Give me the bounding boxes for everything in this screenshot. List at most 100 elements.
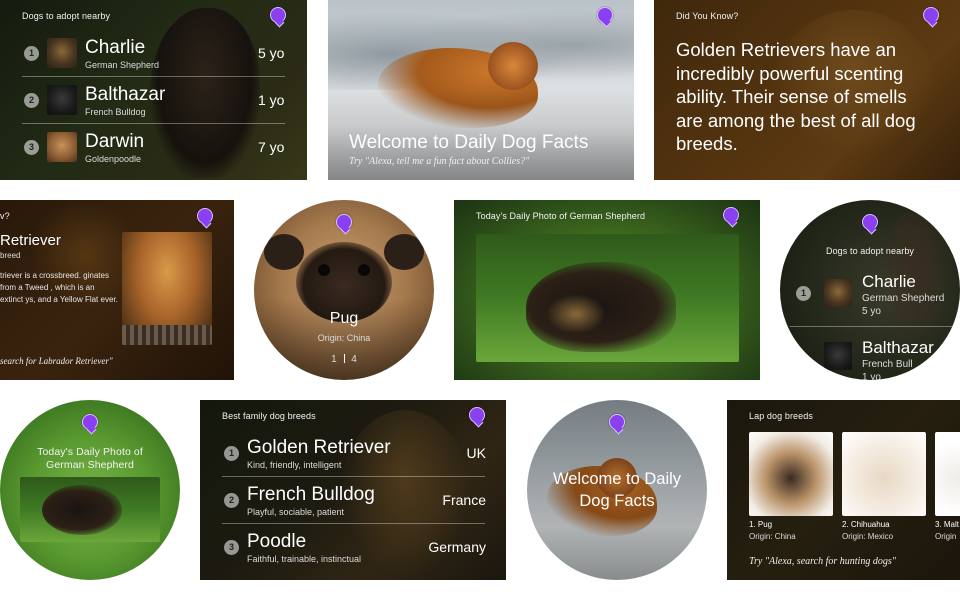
fact-body: Golden Retrievers have an incredibly pow… (676, 39, 916, 154)
pug-photo (749, 432, 833, 516)
breed-traits: Playful, sociable, patient (247, 507, 345, 517)
card-title: v? (0, 211, 10, 221)
pager[interactable]: 1 4 (254, 354, 434, 365)
alexa-badge-icon (197, 208, 213, 224)
voice-hint: Try "Alexa, tell me a fun fact about Col… (349, 156, 530, 167)
card-title: Best family dog breeds (222, 411, 316, 421)
pug-card-circle[interactable]: Pug Origin: China 1 4 (254, 200, 434, 380)
breed-traits: Faithful, trainable, instinctual (247, 554, 362, 564)
divider (790, 326, 960, 327)
dog-breed: German Shepherd (85, 60, 160, 70)
alexa-badge-icon (82, 414, 98, 430)
breed-origin: Origin: China (317, 333, 371, 343)
shepherd-photo-card-rect[interactable]: Today's Daily Photo of German Shepherd (454, 200, 760, 380)
card-title: Dogs to adopt nearby (825, 246, 915, 256)
card-title: Lap dog breeds (749, 411, 813, 421)
card-title: Today's Daily Photo of German Shepherd (37, 446, 143, 471)
divider (222, 523, 485, 524)
breed-origin: Origin: Mexico (842, 532, 894, 541)
breed-country: UK (466, 445, 486, 461)
breed-traits: Kind, friendly, intelligent (247, 460, 342, 470)
shepherd-photo (20, 477, 160, 542)
item-number: 2 (224, 493, 239, 508)
alexa-badge-icon (597, 7, 613, 23)
chihuahua-photo (842, 432, 926, 516)
card-title: Dogs to adopt nearby (22, 11, 111, 21)
dog-thumbnail (47, 38, 77, 68)
adopt-card-circle[interactable]: Dogs to adopt nearby 1 Charlie German Sh… (780, 200, 960, 380)
dog-name: Balthazar (85, 84, 166, 105)
dog-thumbnail (824, 342, 852, 370)
breed-name: Retriever (0, 232, 61, 249)
pager-current: 1 (331, 354, 337, 365)
voice-hint: Try "Alexa, search for hunting dogs" (749, 556, 896, 567)
dog-breed: German Shepherd (862, 293, 945, 304)
dog-thumbnail (824, 279, 852, 307)
alexa-badge-icon (723, 207, 739, 223)
dog-name: Charlie (85, 37, 146, 58)
dog-name: Balthazar (862, 338, 934, 357)
dog-breed: French Bull (862, 359, 913, 370)
welcome-card-rect[interactable]: Welcome to Daily Dog Facts Try "Alexa, t… (328, 0, 634, 180)
dog-age: 1 yo (862, 372, 881, 380)
dog-age: 1 yo (258, 92, 285, 108)
dog-age: 7 yo (258, 139, 285, 155)
breed-label: 1. Pug (749, 520, 773, 529)
alexa-badge-icon (336, 214, 352, 230)
pager-total: 4 (351, 354, 357, 365)
alexa-badge-icon (469, 407, 485, 423)
item-number: 3 (224, 540, 239, 555)
welcome-card-circle[interactable]: Welcome to Daily Dog Facts (527, 400, 707, 580)
lap-breeds-card[interactable]: Lap dog breeds 1. Pug Origin: China 2. C… (727, 400, 960, 580)
divider (22, 123, 285, 124)
card-title: Today's Daily Photo of German Shepherd (476, 211, 646, 221)
dog-age: 5 yo (258, 45, 285, 61)
dog-thumbnail (47, 132, 77, 162)
puppy-body (42, 485, 122, 535)
alexa-badge-icon (923, 7, 939, 23)
breed-sub: breed (0, 251, 21, 260)
item-number: 2 (24, 93, 39, 108)
breed-name: Pug (329, 310, 359, 327)
alexa-badge-icon (609, 414, 625, 430)
divider (22, 76, 285, 77)
dog-thumbnail (47, 85, 77, 115)
breed-name: French Bulldog (247, 484, 375, 505)
dog-breed: French Bulldog (85, 107, 146, 117)
breed-name: Poodle (247, 531, 307, 552)
adopt-card-rect[interactable]: Dogs to adopt nearby 1 Charlie German Sh… (0, 0, 307, 180)
divider (222, 476, 485, 477)
item-number: 1 (224, 446, 239, 461)
item-number: 3 (24, 140, 39, 155)
breed-origin: Origin: China (749, 532, 796, 541)
dog-age: 5 yo (862, 306, 881, 317)
breed-origin: Origin (935, 532, 957, 541)
item-number: 1 (24, 46, 39, 61)
breed-name: Golden Retriever (247, 437, 391, 458)
voice-hint: search for Labrador Retriever" (0, 356, 113, 366)
shepherd-photo-card-circle[interactable]: Today's Daily Photo of German Shepherd (0, 400, 180, 580)
dog-name: Charlie (862, 272, 916, 291)
welcome-title: Welcome to Daily Dog Facts (552, 470, 682, 510)
photo-bench (122, 325, 212, 345)
shepherd-photo (476, 234, 739, 362)
screenshot-collage: Dogs to adopt nearby 1 Charlie German Sh… (0, 0, 960, 600)
maltese-photo (935, 432, 960, 516)
breed-label: 2. Chihuahua (842, 520, 890, 529)
alexa-badge-icon (862, 214, 878, 230)
breed-label: 3. Malt (935, 520, 960, 529)
card-title: Did You Know? (676, 11, 739, 21)
dog-name: Darwin (85, 131, 145, 152)
breed-country: Germany (428, 539, 486, 555)
item-number: 1 (796, 286, 811, 301)
family-breeds-card[interactable]: Best family dog breeds 1 Golden Retrieve… (200, 400, 506, 580)
did-you-know-card[interactable]: Did You Know? Golden Retrievers have an … (654, 0, 960, 180)
pager-separator (343, 354, 345, 363)
breed-country: France (442, 492, 486, 508)
retriever-detail-card[interactable]: v? Retriever breed triever is a crossbre… (0, 200, 234, 380)
welcome-title: Welcome to Daily Dog Facts (349, 132, 589, 153)
alexa-badge-icon (270, 7, 286, 23)
breed-description: triever is a crossbreed. ginates from a … (0, 271, 118, 304)
puppy-face-tan (546, 294, 606, 334)
dog-breed: Goldenpoodle (85, 154, 142, 164)
